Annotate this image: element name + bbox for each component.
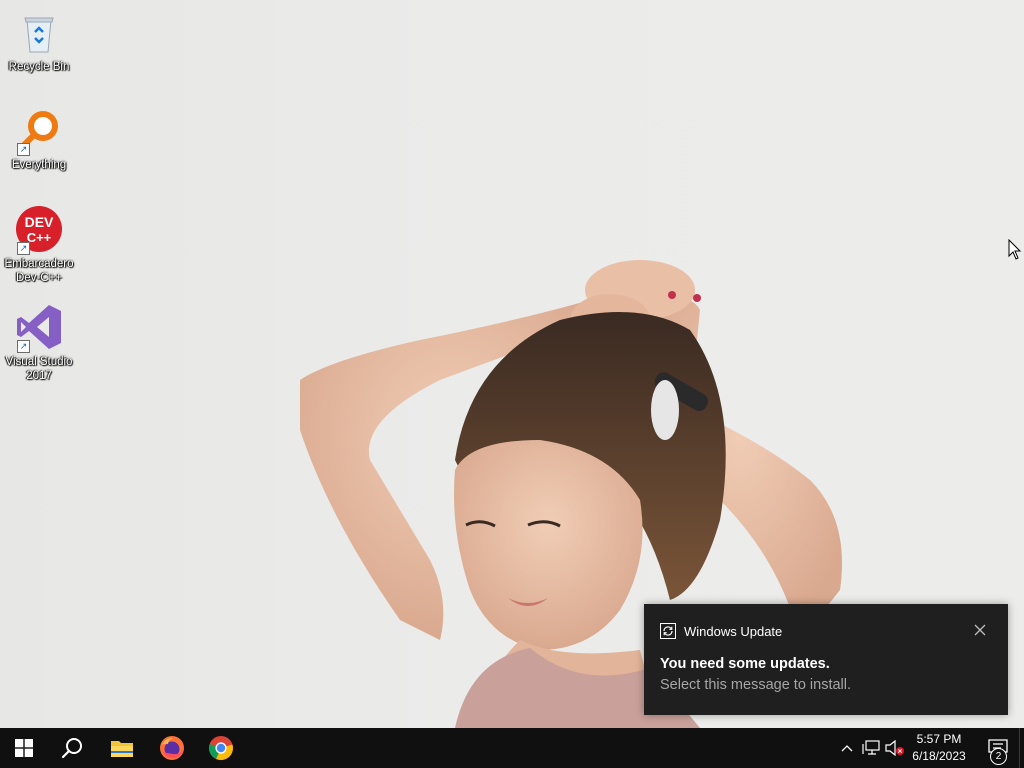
desktop-icon-recycle-bin[interactable]: Recycle Bin <box>0 8 78 74</box>
volume-button[interactable] <box>884 738 906 758</box>
windows-logo-icon <box>15 739 33 757</box>
shortcut-arrow-icon: ↗ <box>17 242 30 255</box>
desktop-icon-label: Embarcadero Dev-C++ <box>4 258 74 284</box>
file-explorer-button[interactable] <box>98 728 146 768</box>
chevron-up-icon <box>841 745 853 752</box>
desktop-icon-label: Visual Studio 2017 <box>5 356 73 382</box>
network-icon <box>862 740 880 755</box>
taskbar: 5:57 PM 6/18/2023 <box>0 728 1024 768</box>
network-button[interactable] <box>860 738 882 758</box>
mouse-cursor-icon <box>1008 239 1022 260</box>
volume-muted-icon <box>885 740 904 756</box>
folder-icon <box>111 741 133 757</box>
svg-text:C++: C++ <box>27 230 52 245</box>
shortcut-arrow-icon: ↗ <box>17 340 30 353</box>
recycle-bin-icon <box>15 8 63 56</box>
devcpp-icon: DEV C++ ↗ <box>15 205 63 255</box>
taskbar-clock[interactable]: 5:57 PM 6/18/2023 <box>906 731 972 765</box>
clock-date: 6/18/2023 <box>912 749 966 763</box>
search-button[interactable] <box>48 728 96 768</box>
windows-update-notification[interactable]: Windows Update You need some updates. Se… <box>644 604 1008 715</box>
search-icon <box>61 738 82 759</box>
desktop[interactable]: Recycle Bin ↗ Everything DEV C++ ↗ Embar… <box>0 0 1024 728</box>
desktop-icon-visual-studio[interactable]: ↗ Visual Studio 2017 <box>0 303 78 383</box>
desktop-icon-label: Everything <box>11 159 67 171</box>
chrome-button[interactable] <box>197 728 245 768</box>
svg-text:DEV: DEV <box>25 214 54 230</box>
desktop-icon-everything[interactable]: ↗ Everything <box>0 106 78 172</box>
firefox-button[interactable] <box>148 728 196 768</box>
windows-update-icon <box>660 623 676 639</box>
desktop-icon-label: Recycle Bin <box>8 61 70 73</box>
show-desktop-button[interactable] <box>1019 728 1024 768</box>
shortcut-arrow-icon: ↗ <box>17 143 30 156</box>
start-button[interactable] <box>0 728 48 768</box>
show-hidden-icons-button[interactable] <box>838 738 856 758</box>
close-icon <box>974 624 986 636</box>
desktop-icon-devcpp[interactable]: DEV C++ ↗ Embarcadero Dev-C++ <box>0 205 78 285</box>
notification-close-button[interactable] <box>972 622 988 638</box>
visual-studio-icon: ↗ <box>15 303 63 353</box>
notification-title: You need some updates. <box>660 656 830 672</box>
firefox-icon <box>160 736 184 760</box>
clock-time: 5:57 PM <box>916 732 962 746</box>
chrome-icon <box>208 736 233 761</box>
notification-count-badge: 2 <box>990 748 1007 765</box>
everything-search-icon: ↗ <box>15 106 63 156</box>
notification-body: Select this message to install. <box>660 677 852 693</box>
notification-app-name: Windows Update <box>684 624 783 639</box>
